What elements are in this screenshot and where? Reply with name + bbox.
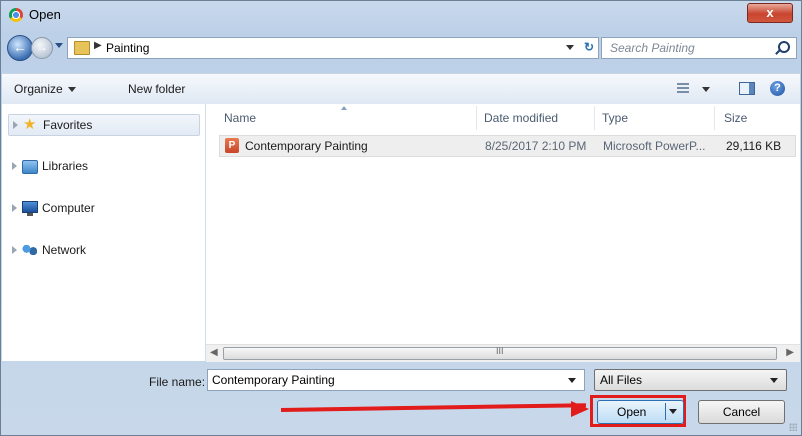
file-name-cell: Contemporary Painting (245, 139, 368, 153)
column-header-size[interactable]: Size (724, 111, 747, 125)
scrollbar-grip: III (496, 346, 504, 356)
back-button[interactable]: ← (7, 35, 33, 61)
expand-arrow-icon[interactable] (13, 121, 18, 129)
breadcrumb-painting[interactable]: Painting (106, 41, 149, 55)
sidebar-item-label: Computer (42, 201, 95, 215)
breadcrumb-chevron-icon[interactable]: ▶ (94, 40, 102, 51)
sidebar-item-libraries[interactable]: Libraries (8, 156, 198, 176)
open-button[interactable]: Open (597, 400, 684, 424)
column-header-type[interactable]: Type (602, 111, 628, 125)
resize-grip[interactable] (789, 423, 797, 431)
command-toolbar: Organize New folder ? (2, 73, 800, 105)
search-icon[interactable] (778, 41, 790, 53)
file-type-value: All Files (600, 373, 643, 387)
powerpoint-file-icon: P (225, 138, 239, 153)
open-button-label: Open (617, 405, 647, 419)
forward-button[interactable]: → (31, 37, 53, 59)
cancel-button-label: Cancel (722, 405, 761, 419)
cancel-button[interactable]: Cancel (698, 400, 785, 424)
recent-locations-dropdown-icon[interactable] (55, 43, 63, 48)
column-header-date-modified[interactable]: Date modified (484, 111, 558, 125)
chevron-down-icon (770, 378, 778, 383)
table-row[interactable]: P Contemporary Painting 8/25/2017 2:10 P… (219, 135, 796, 157)
close-button[interactable]: x (747, 3, 793, 23)
open-dialog-window: Open x ← → ▶ Painting ↻ Search Painting … (0, 0, 802, 436)
scrollbar-thumb[interactable]: III (223, 346, 777, 360)
change-view-icon[interactable] (677, 83, 689, 93)
expand-arrow-icon[interactable] (12, 246, 17, 254)
address-dropdown-icon[interactable] (566, 45, 574, 50)
open-dropdown-icon[interactable] (669, 409, 677, 414)
column-divider[interactable] (476, 106, 477, 130)
title-bar: Open x (1, 1, 801, 29)
scroll-right-icon[interactable]: ▶ (786, 347, 794, 358)
sidebar-item-label: Network (42, 243, 87, 257)
organize-label: Organize (14, 82, 63, 96)
star-icon: ★ (23, 116, 37, 133)
computer-icon (22, 201, 38, 216)
navigation-row: ← → ▶ Painting ↻ Search Painting (7, 35, 797, 61)
sidebar-item-label: Libraries (42, 159, 89, 173)
expand-arrow-icon[interactable] (12, 204, 17, 212)
file-name-label: File name: (149, 375, 206, 389)
search-box[interactable]: Search Painting (601, 37, 797, 59)
sidebar-item-label: Favorites (43, 118, 93, 132)
type-cell: Microsoft PowerP... (603, 139, 706, 153)
column-divider[interactable] (714, 106, 715, 130)
organize-button[interactable]: Organize (14, 82, 76, 96)
sidebar-item-favorites[interactable]: ★ Favorites (8, 114, 200, 136)
refresh-icon[interactable]: ↻ (584, 40, 594, 54)
address-bar[interactable]: ▶ Painting ↻ (67, 37, 599, 59)
search-input[interactable]: Search Painting (610, 41, 695, 55)
window-title: Open (29, 7, 61, 22)
help-icon[interactable]: ? (770, 81, 785, 96)
views-dropdown-icon[interactable] (702, 87, 710, 92)
file-list-pane: Name Date modified Type Size P Contempor… (206, 104, 800, 344)
chrome-icon (9, 8, 23, 22)
folder-icon (74, 41, 90, 55)
size-cell: 29,116 KB (726, 139, 782, 153)
file-name-dropdown-icon[interactable] (568, 378, 576, 383)
horizontal-scrollbar[interactable]: ◀ III ▶ (206, 344, 800, 362)
chevron-down-icon (67, 87, 76, 93)
sidebar-item-network[interactable]: Network (8, 240, 198, 260)
column-header-name[interactable]: Name (224, 111, 256, 125)
date-modified-cell: 8/25/2017 2:10 PM (485, 139, 587, 153)
file-name-value: Contemporary Painting (212, 373, 335, 387)
navigation-pane: ★ Favorites Libraries Computer Network (2, 104, 206, 361)
preview-pane-icon[interactable] (739, 82, 755, 95)
scroll-left-icon[interactable]: ◀ (210, 347, 218, 358)
annotation-arrow-line (280, 403, 586, 412)
sidebar-item-computer[interactable]: Computer (8, 198, 198, 218)
expand-arrow-icon[interactable] (12, 162, 17, 170)
file-name-field[interactable]: Contemporary Painting (207, 369, 585, 391)
split-divider (665, 403, 666, 420)
network-icon (22, 244, 37, 256)
column-divider[interactable] (594, 106, 595, 130)
annotation-arrow-head (571, 401, 589, 417)
sort-ascending-icon (341, 106, 347, 110)
library-icon (22, 160, 38, 174)
new-folder-button[interactable]: New folder (128, 82, 185, 96)
file-type-select[interactable]: All Files (594, 369, 787, 391)
